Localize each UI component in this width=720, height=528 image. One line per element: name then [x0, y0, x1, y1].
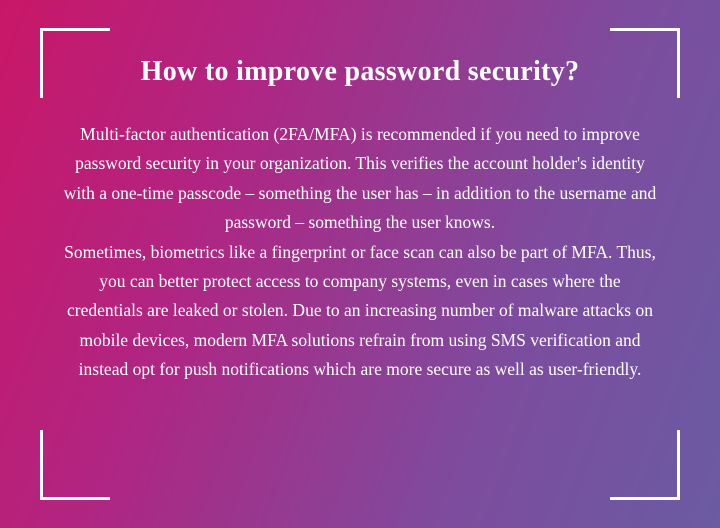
corner-frame-bottom-right [610, 430, 680, 500]
page-title: How to improve password security? [60, 56, 660, 88]
body-text: Multi-factor authentication (2FA/MFA) is… [60, 120, 660, 385]
content-block: How to improve password security? Multi-… [60, 56, 660, 385]
corner-frame-bottom-left [40, 430, 110, 500]
